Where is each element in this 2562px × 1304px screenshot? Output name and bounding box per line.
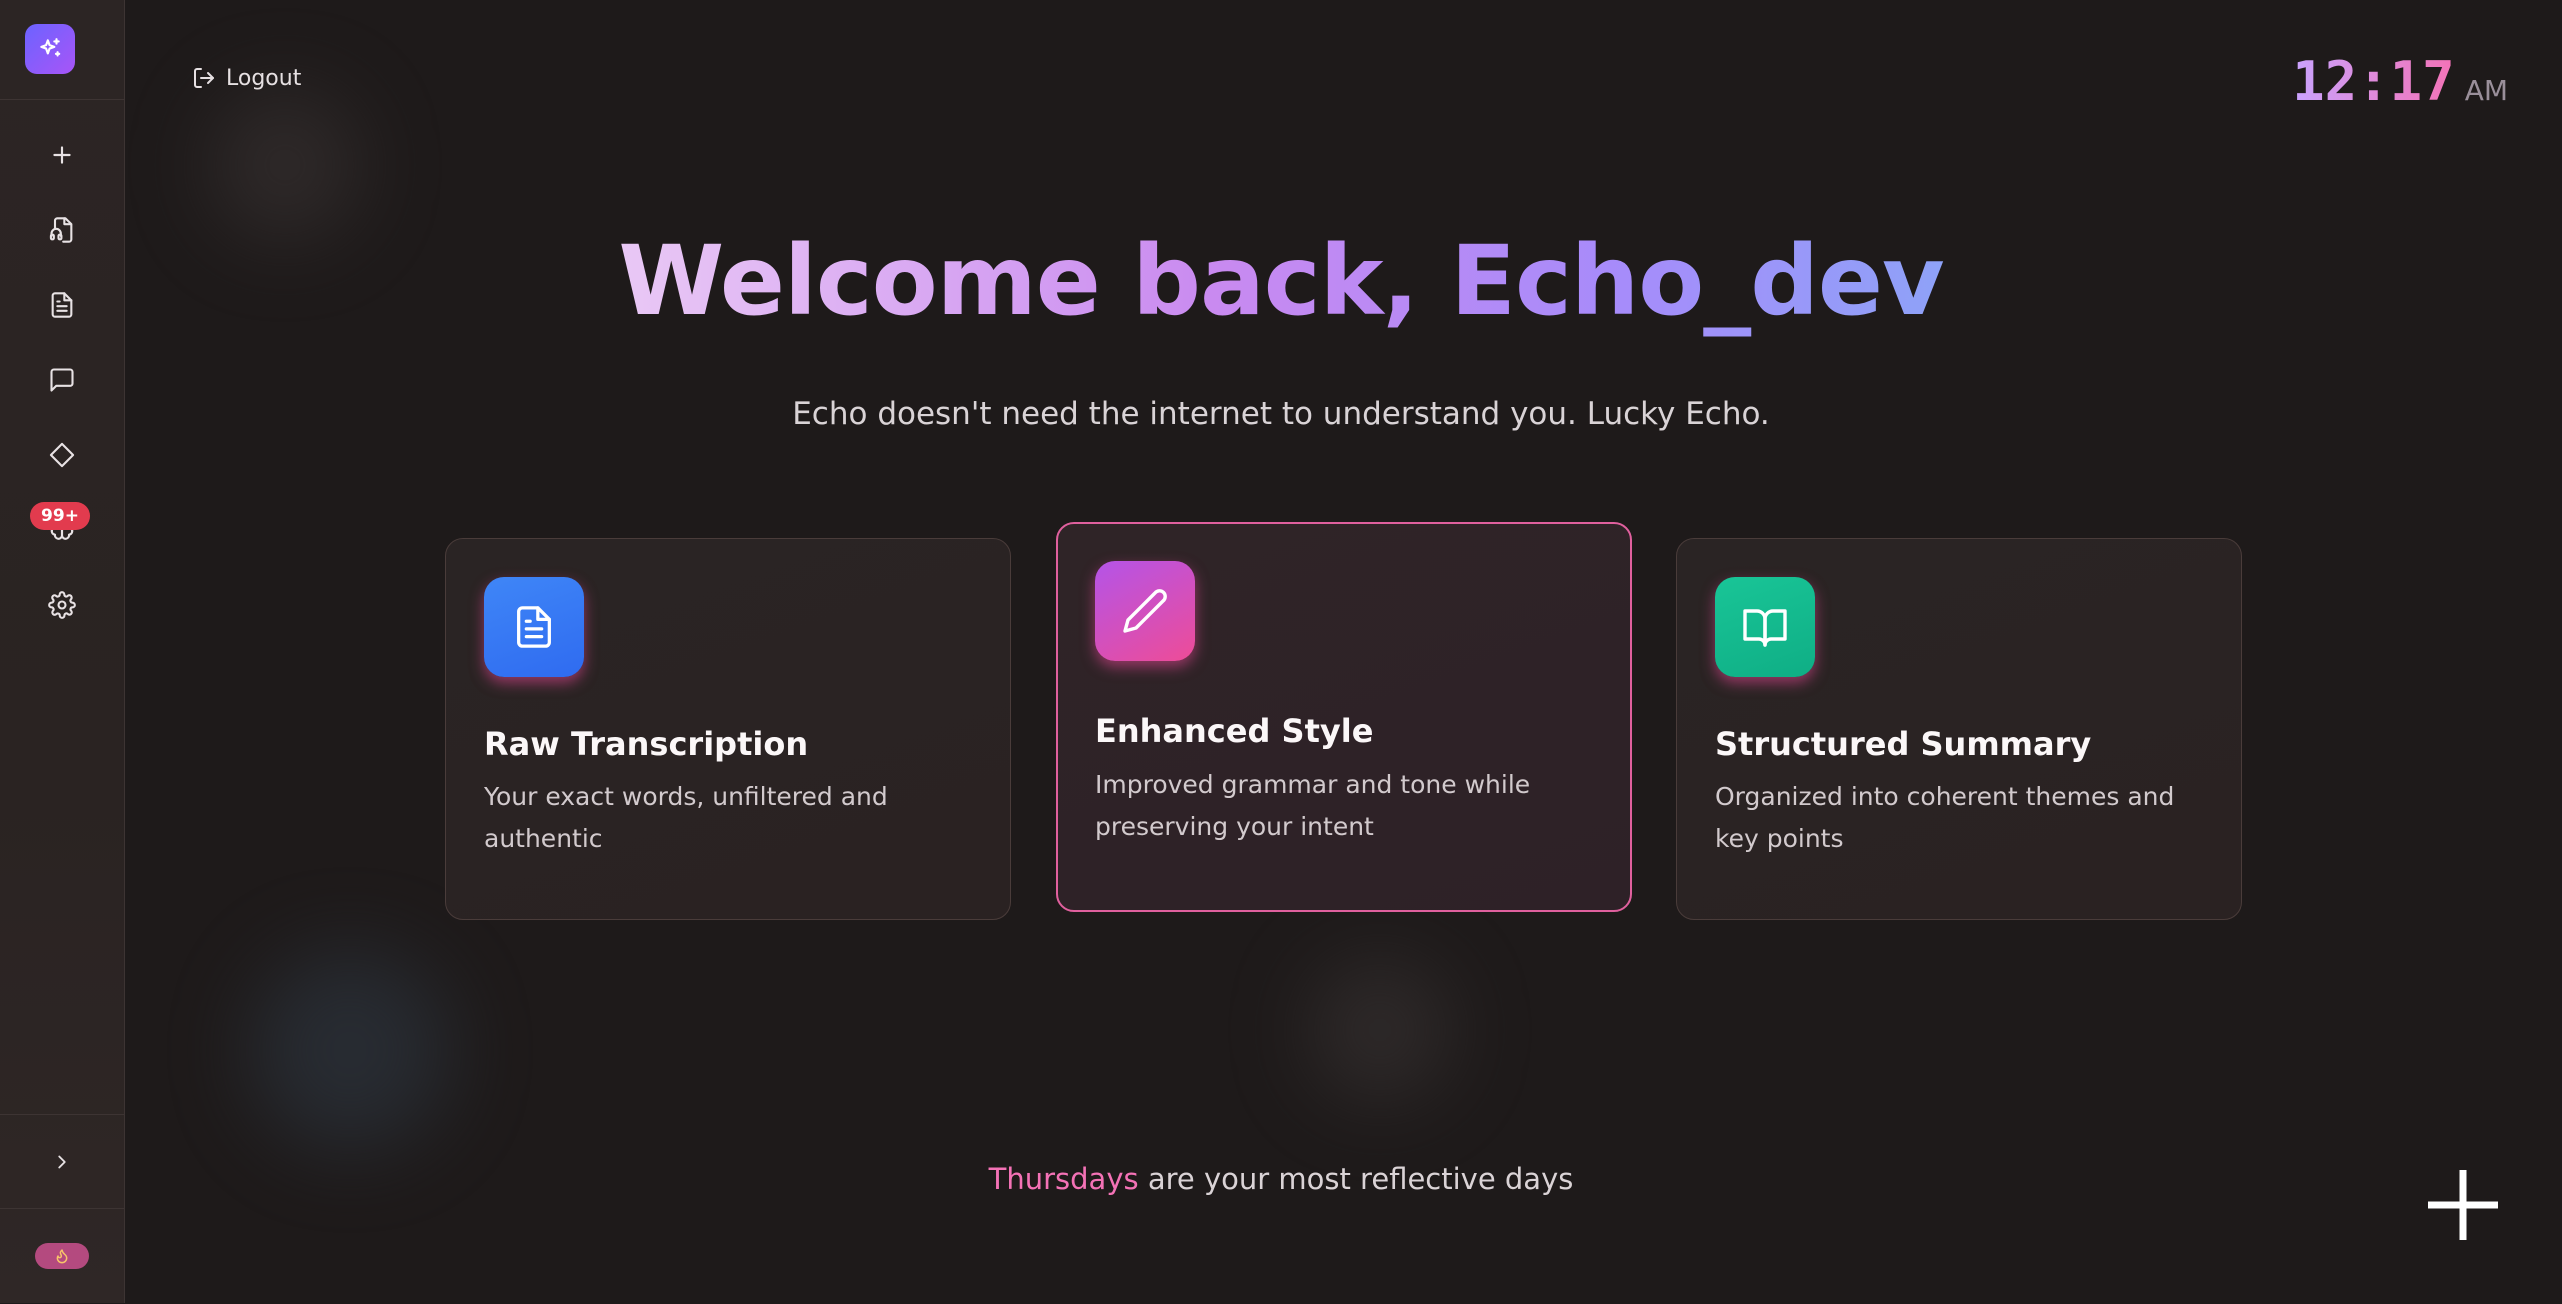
card-icon-tile bbox=[484, 577, 584, 677]
insight-highlight: Thursdays bbox=[988, 1162, 1139, 1196]
card-icon-tile bbox=[1715, 577, 1815, 677]
plus-icon bbox=[53, 146, 71, 164]
card-icon-tile bbox=[1095, 561, 1195, 661]
clock-minutes: 17 bbox=[2389, 50, 2455, 113]
background-glow bbox=[210, 90, 360, 240]
sparkles-icon bbox=[40, 38, 61, 57]
chat-bubble-icon bbox=[50, 368, 74, 392]
sidebar-header bbox=[0, 0, 124, 100]
sidebar-item-new[interactable] bbox=[37, 130, 87, 180]
clock-time: 12:17 bbox=[2292, 50, 2455, 113]
flame-icon bbox=[56, 1249, 68, 1264]
diamond-icon bbox=[49, 442, 75, 468]
card-structured-summary[interactable]: Structured Summary Organized into cohere… bbox=[1676, 538, 2242, 920]
card-raw-transcription[interactable]: Raw Transcription Your exact words, unfi… bbox=[445, 538, 1011, 920]
book-icon bbox=[1743, 609, 1787, 647]
notification-badge: 99+ bbox=[30, 502, 90, 530]
card-title: Raw Transcription bbox=[484, 725, 809, 763]
app-logo[interactable] bbox=[25, 24, 75, 74]
card-title: Enhanced Style bbox=[1095, 712, 1374, 750]
page-title-text: Welcome back, Echo_dev bbox=[618, 225, 1944, 337]
weekly-insight: Thursdays are your most reflective days bbox=[0, 1162, 2562, 1196]
plus-icon bbox=[2428, 1170, 2498, 1240]
gear-icon bbox=[48, 591, 76, 619]
page-subtitle: Echo doesn't need the internet to unders… bbox=[792, 396, 1770, 432]
streak-pill[interactable] bbox=[35, 1243, 89, 1269]
floating-add-button[interactable] bbox=[2424, 1166, 2502, 1244]
card-enhanced-style[interactable]: Enhanced Style Improved grammar and tone… bbox=[1056, 522, 1632, 912]
background-glow bbox=[250, 950, 450, 1150]
clock-ampm: AM bbox=[2464, 74, 2508, 107]
document-icon bbox=[517, 606, 551, 648]
pencil-icon bbox=[1123, 589, 1167, 633]
clock-hours: 12 bbox=[2292, 50, 2358, 113]
card-description: Organized into coherent themes and key p… bbox=[1715, 782, 2175, 853]
logout-icon bbox=[194, 68, 214, 88]
logout-button[interactable]: Logout bbox=[192, 62, 301, 94]
insight-text: are your most reflective days bbox=[1138, 1162, 1574, 1196]
card-description: Improved grammar and tone while preservi… bbox=[1095, 770, 1531, 841]
card-title: Structured Summary bbox=[1715, 725, 2092, 763]
page-title: Welcome back, Echo_dev bbox=[0, 225, 2562, 337]
sidebar-item-settings[interactable] bbox=[37, 580, 87, 630]
clock: 12:17 AM bbox=[2292, 50, 2508, 113]
logout-label: Logout bbox=[226, 65, 302, 91]
sidebar-item-tags[interactable] bbox=[37, 430, 87, 480]
sidebar: 99+ bbox=[0, 0, 125, 1303]
background-glow bbox=[1310, 960, 1450, 1100]
card-description: Your exact words, unfiltered and authent… bbox=[484, 782, 888, 853]
